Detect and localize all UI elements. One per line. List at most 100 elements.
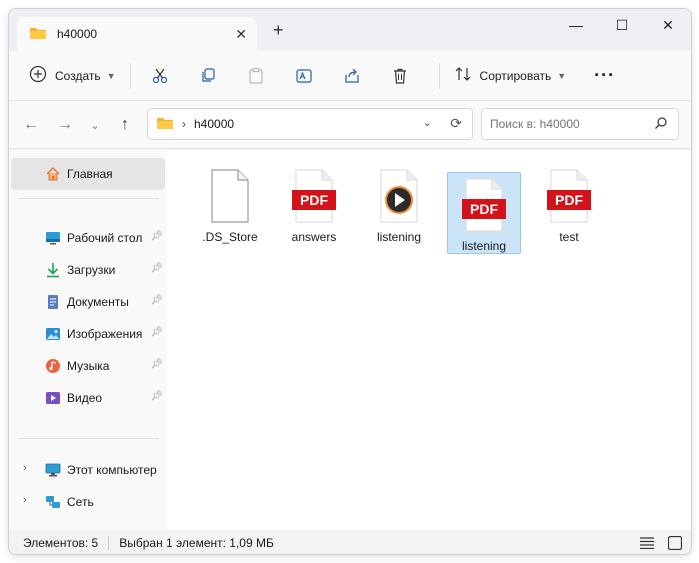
chevron-right-icon[interactable]: › — [23, 494, 27, 506]
desktop-icon — [45, 230, 61, 246]
sidebar-label-downloads: Загрузки — [67, 263, 116, 277]
sidebar-label-documents: Документы — [67, 295, 129, 309]
pdf-file-icon: PDF — [460, 177, 508, 233]
sidebar-item-downloads[interactable]: Загрузки 📌︎ — [11, 254, 165, 286]
selection-info: Выбран 1 элемент: 1,09 МБ — [119, 536, 274, 550]
home-icon — [45, 166, 61, 182]
file-name: listening — [461, 239, 507, 253]
close-tab-icon[interactable]: ✕ — [235, 26, 247, 43]
new-tab-button[interactable]: + — [273, 21, 284, 39]
paste-button[interactable] — [241, 61, 271, 91]
music-icon — [45, 358, 61, 374]
sidebar-item-videos[interactable]: Видео 📌︎ — [11, 382, 165, 414]
minimize-button[interactable]: — — [553, 9, 599, 41]
pdf-badge: PDF — [470, 201, 498, 217]
sidebar-label-music: Музыка — [67, 359, 110, 373]
media-file-icon — [375, 168, 423, 224]
sidebar-item-documents[interactable]: Документы 📌︎ — [11, 286, 165, 318]
forward-button[interactable]: → — [53, 113, 77, 137]
sort-icon — [454, 65, 472, 86]
file-item[interactable]: listening — [362, 164, 436, 246]
pin-icon[interactable]: 📌︎ — [150, 263, 163, 274]
pin-icon[interactable]: 📌︎ — [150, 359, 163, 370]
file-name: answers — [291, 230, 337, 244]
toolbar-divider — [438, 62, 440, 89]
clipboard-icon — [248, 67, 263, 84]
address-bar[interactable]: › h40000 ⌄ ⟳ — [147, 108, 473, 140]
tab-h40000[interactable]: h40000 ✕ — [17, 17, 257, 51]
scissors-icon — [152, 68, 167, 83]
share-button[interactable] — [337, 61, 367, 91]
network-icon — [45, 494, 61, 510]
refresh-icon[interactable]: ⟳ — [450, 115, 462, 132]
up-button[interactable]: ↑ — [113, 113, 137, 137]
close-button[interactable]: ✕ — [645, 9, 691, 41]
details-view-icon[interactable] — [639, 535, 655, 551]
sidebar-item-home[interactable]: Главная — [11, 158, 165, 190]
downloads-icon — [45, 262, 61, 278]
search-icon[interactable] — [654, 116, 668, 133]
folder-icon — [29, 26, 47, 43]
pin-icon[interactable]: 📌︎ — [150, 295, 163, 306]
sidebar-label-pictures: Изображения — [67, 327, 143, 341]
pin-icon[interactable]: 📌︎ — [150, 231, 163, 242]
breadcrumb-h40000[interactable]: h40000 — [194, 117, 234, 131]
sidebar-item-pictures[interactable]: Изображения 📌︎ — [11, 318, 165, 350]
breadcrumb-chevron-icon: › — [182, 117, 186, 131]
pdf-file-icon: PDF — [290, 168, 338, 224]
file-name: listening — [376, 230, 422, 244]
new-button-label: Создать — [55, 68, 101, 83]
window-controls: — ☐ ✕ — [553, 9, 691, 41]
file-item[interactable]: .DS_Store — [193, 164, 267, 246]
chevron-right-icon[interactable]: › — [23, 462, 27, 474]
file-item[interactable]: PDF test — [532, 164, 606, 246]
sidebar-label-this-pc: Этот компьютер — [67, 463, 157, 477]
new-button[interactable]: Создать ▼ — [21, 60, 124, 92]
rename-button[interactable] — [289, 61, 319, 91]
sidebar-item-this-pc[interactable]: › Этот компьютер — [11, 454, 165, 486]
maximize-button[interactable]: ☐ — [599, 9, 645, 41]
tab-title: h40000 — [57, 27, 98, 41]
address-history-dropdown[interactable]: ⌄ — [423, 116, 432, 129]
tiles-view-icon[interactable] — [667, 535, 683, 551]
file-item-selected[interactable]: PDF listening — [447, 172, 521, 254]
command-bar: Создать ▼ Сортировать ▼ ··· — [9, 51, 691, 101]
pin-icon[interactable]: 📌︎ — [150, 327, 163, 338]
file-item[interactable]: PDF answers — [277, 164, 351, 246]
sidebar-divider — [19, 198, 159, 199]
chevron-down-icon: ▼ — [557, 70, 567, 81]
rename-icon — [295, 68, 312, 83]
pdf-badge: PDF — [300, 192, 328, 208]
plus-circle-icon — [29, 65, 47, 86]
view-switcher — [639, 535, 683, 551]
blank-file-icon — [206, 168, 254, 224]
back-button[interactable]: ← — [19, 113, 43, 137]
more-options-button[interactable]: ··· — [586, 60, 623, 92]
cut-button[interactable] — [145, 61, 175, 91]
chevron-down-icon: ▼ — [106, 70, 116, 81]
sidebar-item-music[interactable]: Музыка 📌︎ — [11, 350, 165, 382]
delete-button[interactable] — [385, 61, 415, 91]
computer-icon — [45, 462, 61, 478]
videos-icon — [45, 390, 61, 406]
sidebar-item-network[interactable]: › Сеть — [11, 486, 165, 518]
item-count: Элементов: 5 — [23, 536, 99, 550]
navigation-pane: Главная Рабочий стол 📌︎ Загрузки 📌︎ Доку… — [9, 150, 167, 530]
address-row: ← → ⌄ ↑ › h40000 ⌄ ⟳ — [9, 101, 691, 149]
search-box[interactable] — [481, 108, 679, 140]
sort-button-label: Сортировать — [479, 68, 552, 83]
trash-icon — [393, 68, 406, 84]
recent-locations-button[interactable]: ⌄ — [83, 113, 107, 137]
copy-icon — [201, 67, 215, 82]
sort-button[interactable]: Сортировать ▼ — [446, 60, 575, 92]
toolbar-divider — [129, 62, 131, 89]
pin-icon[interactable]: 📌︎ — [150, 391, 163, 402]
search-input[interactable] — [490, 117, 640, 131]
share-icon — [344, 68, 359, 83]
pdf-file-icon: PDF — [545, 168, 593, 224]
copy-button[interactable] — [193, 61, 223, 91]
pdf-badge: PDF — [555, 192, 583, 208]
sidebar-label-videos: Видео — [67, 391, 103, 405]
sidebar-item-desktop[interactable]: Рабочий стол 📌︎ — [11, 222, 165, 254]
pictures-icon — [45, 326, 61, 342]
